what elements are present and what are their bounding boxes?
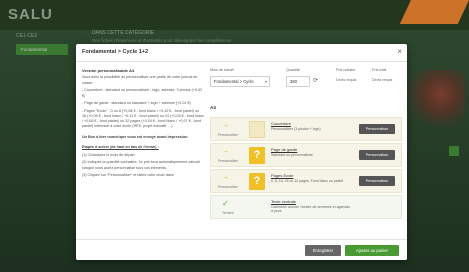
month-label: Mois de travail	[210, 68, 234, 72]
total-price-value: Devis requis	[372, 78, 393, 82]
options-panel: Mois de travail Fondamental > Cycle ▾ Qu…	[210, 68, 402, 238]
quantity-value: 360	[290, 79, 297, 84]
customize-button[interactable]: Personnaliser	[359, 150, 395, 160]
question-thumbnail: ?	[249, 173, 265, 190]
component-row-cover: → Personnaliser Couverture Personnalisée…	[210, 117, 402, 141]
background-map	[405, 70, 465, 130]
row-description: Personnalisée (3 photos + logo)	[271, 127, 321, 131]
row-title[interactable]: Page de garde	[271, 147, 297, 152]
row-status-label: Personnaliser	[217, 133, 239, 137]
row-description: 0, 8, 16, 24 ou 32 pages. Fond blanc ou …	[271, 179, 344, 183]
row-title[interactable]: Pages Ecole	[271, 173, 293, 178]
step-item: (2) Indiquez la quantité souhaitée. Le p…	[82, 160, 200, 170]
section-title: A4	[210, 105, 216, 110]
unit-price-label: Prix unitaire	[336, 68, 356, 72]
question-mark-icon: ?	[253, 149, 261, 161]
refresh-icon[interactable]: ⟳	[313, 77, 318, 86]
row-status-label: Personnaliser	[217, 159, 239, 163]
row-description: Standard ou personnalisée	[271, 153, 313, 157]
customize-button[interactable]: Personnaliser	[359, 176, 395, 186]
row-title[interactable]: Couverture	[271, 121, 291, 126]
component-row-title-page: → Personnaliser ? Page de garde Standard…	[210, 143, 402, 167]
brand-stripe	[399, 0, 469, 24]
arrow-right-icon: →	[222, 148, 229, 155]
top-bar	[0, 0, 469, 30]
cover-thumbnail	[249, 121, 265, 138]
instructions-paragraph: - Pages "Ecole" : 0 ou 8 (+0,08 € - fond…	[82, 108, 204, 129]
add-to-cart-button[interactable]: Ajouter au panier	[345, 245, 399, 256]
site-logo[interactable]: SALU	[8, 6, 53, 23]
chevron-down-icon: ▾	[264, 79, 267, 84]
month-select-value: Fondamental > Cycle	[214, 79, 254, 84]
instructions-paragraph: - Page de garde : standard ou standard +…	[82, 101, 191, 106]
row-status-label: Terminé	[222, 211, 234, 215]
row-description: Calendrier annuel, horaire de semestre e…	[271, 205, 350, 214]
arrow-right-icon: →	[222, 174, 229, 181]
instructions-paragraph: Vous avez la possibilité de personnalise…	[82, 75, 198, 85]
quantity-input[interactable]: 360	[286, 76, 310, 87]
question-mark-icon: ?	[253, 175, 261, 187]
check-icon: ✓	[222, 199, 229, 208]
close-icon[interactable]: ×	[397, 47, 402, 57]
save-button[interactable]: Enregistrer	[305, 245, 341, 256]
side-action-button[interactable]	[449, 146, 459, 156]
instructions-heading: Version personnalisable A4	[82, 68, 135, 73]
row-status: → Personnaliser	[213, 172, 241, 192]
step-item: (1) Choisissez le mois de départ	[82, 152, 135, 157]
instructions-paragraph: - Couverture : standard ou personnalisée…	[82, 88, 203, 98]
row-title[interactable]: Texte centrale	[271, 199, 296, 204]
arrow-right-icon: →	[222, 122, 229, 129]
steps-heading: Etapes à suivre (de haut en bas de l'écr…	[82, 145, 159, 150]
modal-title: Fondamental > Cycle 1+2	[82, 49, 149, 55]
category-title: DANS CETTE CATÉGORIE	[92, 30, 155, 36]
customization-modal: Fondamental > Cycle 1+2 × Version person…	[76, 44, 407, 260]
sidebar-button[interactable]: Fondamental	[16, 44, 68, 55]
quantity-label: Quantité	[286, 68, 300, 72]
row-status: ✓ Terminé	[213, 198, 241, 218]
proof-note: Un Bon à tirer numérique vous est envoyé…	[82, 134, 189, 139]
month-select[interactable]: Fondamental > Cycle ▾	[210, 76, 270, 87]
component-row-central-text: ✓ Terminé Texte centrale Calendrier annu…	[210, 195, 402, 219]
row-status: → Personnaliser	[213, 120, 241, 140]
row-status-label: Personnaliser	[217, 185, 239, 189]
sidebar-label: CE1-CE2	[16, 33, 38, 39]
unit-price-value: Devis requis	[336, 78, 357, 82]
question-thumbnail: ?	[249, 147, 265, 164]
category-subtitle: Des fiches d'exercices et d'activités po…	[92, 38, 232, 43]
component-row-school-pages: → Personnaliser ? Pages Ecole 0, 8, 16, …	[210, 169, 402, 193]
instructions-panel: Version personnalisable A4 Vous avez la …	[82, 68, 204, 238]
total-price-label: Prix total	[372, 68, 387, 72]
customize-button[interactable]: Personnaliser	[359, 124, 395, 134]
step-item: (3) Cliquez sur "Personnaliser" et faite…	[82, 173, 174, 178]
component-list: → Personnaliser Couverture Personnalisée…	[210, 117, 402, 221]
row-status: → Personnaliser	[213, 146, 241, 166]
modal-header: Fondamental > Cycle 1+2 ×	[76, 44, 407, 62]
modal-footer: Enregistrer Ajouter au panier	[76, 239, 407, 260]
